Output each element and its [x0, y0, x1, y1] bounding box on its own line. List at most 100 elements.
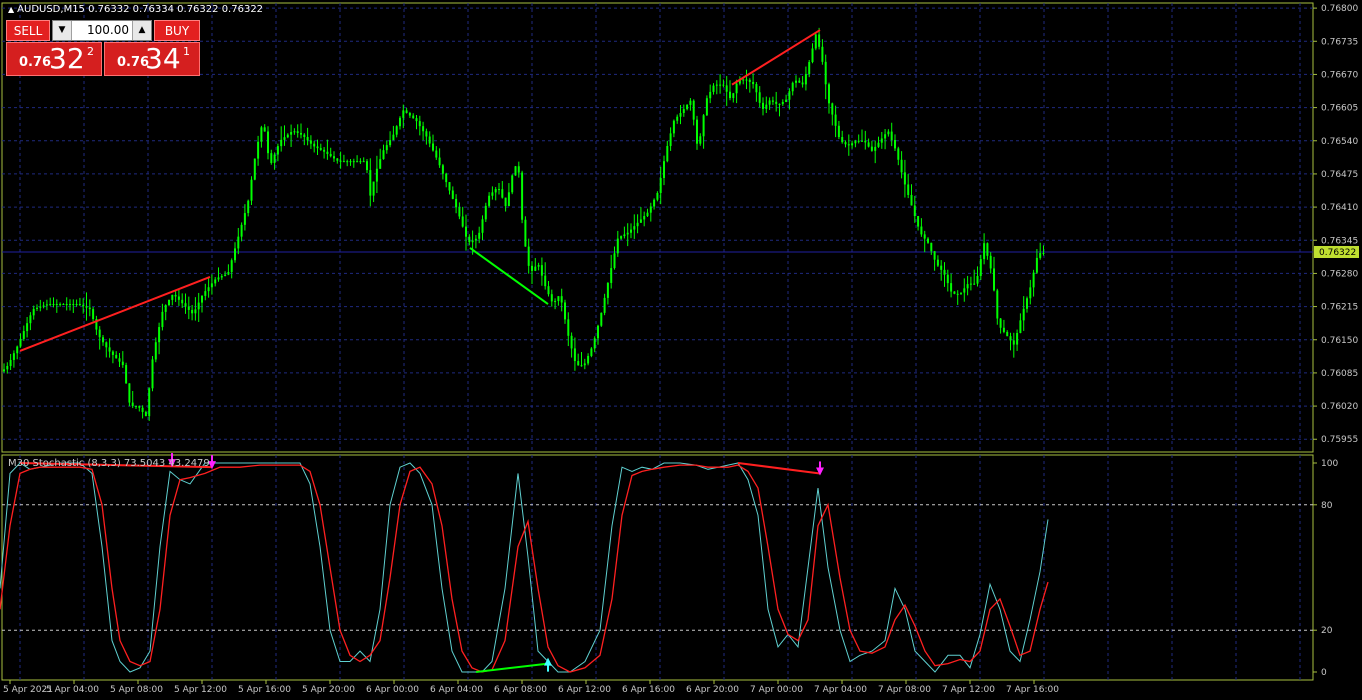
candle-body	[587, 355, 590, 364]
candle-body	[237, 236, 240, 249]
price-chart-area[interactable]: 5 Apr 20215 Apr 04:00 5 Apr 08:00 5 Apr 12…	[0, 0, 1362, 700]
candle-body	[791, 82, 794, 92]
candle-body	[527, 246, 530, 266]
candle-body	[973, 283, 976, 285]
buy-button[interactable]: BUY	[154, 20, 200, 41]
candle-body	[983, 243, 986, 260]
lot-size-field[interactable]: ▼ 100.00 ▲	[52, 20, 152, 41]
candle-body	[78, 304, 81, 306]
candle-body	[88, 307, 91, 310]
candle-body	[524, 219, 527, 247]
candle-body	[369, 170, 372, 196]
candle-body	[375, 168, 378, 182]
candle-body	[399, 117, 401, 127]
candle-body	[686, 104, 689, 110]
trading-chart[interactable]: 5 Apr 2021 5 Apr 04:00 5 Apr 08:00 5 Apr 12…	[0, 0, 1362, 700]
candle-body	[144, 411, 147, 417]
sell-button[interactable]: SELL	[6, 20, 50, 41]
collapse-triangle-icon[interactable]: ▲	[8, 5, 14, 14]
candle-body	[425, 131, 428, 137]
time-label: 5 Apr 16:00	[238, 685, 291, 695]
candle-body	[752, 81, 755, 85]
candle-body	[171, 294, 174, 300]
candle-body	[82, 304, 85, 307]
price-axis-label: 0.76475	[1321, 170, 1358, 180]
candle-body	[428, 136, 431, 144]
candle-body	[544, 275, 547, 287]
candle-body	[745, 79, 748, 81]
candle-body	[514, 166, 517, 176]
candle-body	[854, 141, 857, 144]
candle-body	[725, 85, 728, 92]
candle-body	[903, 172, 906, 185]
candle-body	[950, 283, 953, 292]
candle-body	[19, 338, 22, 347]
candle-body	[22, 331, 25, 339]
candle-body	[9, 359, 12, 366]
candle-body	[75, 304, 78, 306]
price-axis-label: 0.76150	[1321, 336, 1358, 346]
lot-decrease-icon[interactable]: ▼	[53, 21, 72, 40]
candle-body	[969, 283, 972, 285]
time-label: 5 Apr 12:00	[174, 685, 227, 695]
candle-body	[917, 216, 920, 227]
candle-body	[702, 115, 705, 137]
candle-body	[501, 189, 504, 198]
one-click-trading-panel: SELL ▼ 100.00 ▲ BUY 0.76 32 2 0.76 34 1	[6, 20, 200, 76]
candle-body	[405, 110, 408, 113]
candle-body	[1009, 336, 1012, 341]
candle-body	[26, 323, 29, 332]
candle-body	[976, 275, 979, 284]
candle-body	[511, 175, 514, 193]
candle-body	[204, 291, 207, 296]
candle-body	[696, 119, 698, 144]
lot-increase-icon[interactable]: ▲	[132, 21, 151, 40]
candle-body	[356, 161, 359, 163]
time-label: 7 Apr 00:00	[750, 685, 803, 695]
candle-body	[461, 216, 464, 227]
candle-body	[181, 299, 184, 304]
candle-body	[920, 226, 923, 235]
candle-body	[643, 216, 646, 220]
candle-body	[382, 150, 385, 160]
candles	[3, 27, 1045, 421]
candle-body	[227, 271, 230, 275]
time-label: 6 Apr 20:00	[686, 685, 739, 695]
candle-body	[653, 199, 656, 207]
candle-body	[979, 259, 982, 276]
candle-body	[907, 184, 910, 195]
candle-body	[158, 327, 161, 343]
candle-body	[392, 134, 395, 141]
candle-body	[98, 329, 101, 338]
candle-body	[276, 146, 279, 155]
candle-body	[547, 286, 550, 295]
candle-body	[1035, 257, 1038, 273]
candle-body	[877, 142, 880, 147]
candle-body	[834, 114, 837, 126]
candle-body	[676, 116, 679, 121]
candle-body	[138, 406, 141, 408]
time-label: 7 Apr 12:00	[942, 685, 995, 695]
candle-body	[689, 100, 692, 105]
candle-body	[36, 307, 38, 309]
candle-body	[296, 131, 299, 133]
candle-body	[857, 140, 860, 142]
time-label: 6 Apr 00:00	[366, 685, 419, 695]
candle-body	[1016, 332, 1019, 345]
candle-body	[517, 166, 520, 173]
candle-body	[207, 287, 210, 292]
candle-body	[465, 226, 467, 237]
candle-body	[455, 198, 458, 208]
time-label: 5 Apr 04:00	[46, 685, 99, 695]
lot-size-input[interactable]: 100.00	[71, 21, 133, 40]
indicator-title: M30 Stochastic (8,3,3) 73.5043 43.2479	[8, 458, 210, 469]
candle-body	[804, 74, 807, 85]
candle-body	[808, 62, 811, 75]
divergence-line	[737, 462, 821, 475]
sell-price-button[interactable]: 0.76 32 2	[6, 42, 102, 76]
candle-body	[29, 315, 32, 324]
candle-body	[201, 295, 203, 303]
candle-body	[474, 238, 477, 241]
buy-price-button[interactable]: 0.76 34 1	[104, 42, 200, 76]
candle-body	[191, 309, 194, 314]
